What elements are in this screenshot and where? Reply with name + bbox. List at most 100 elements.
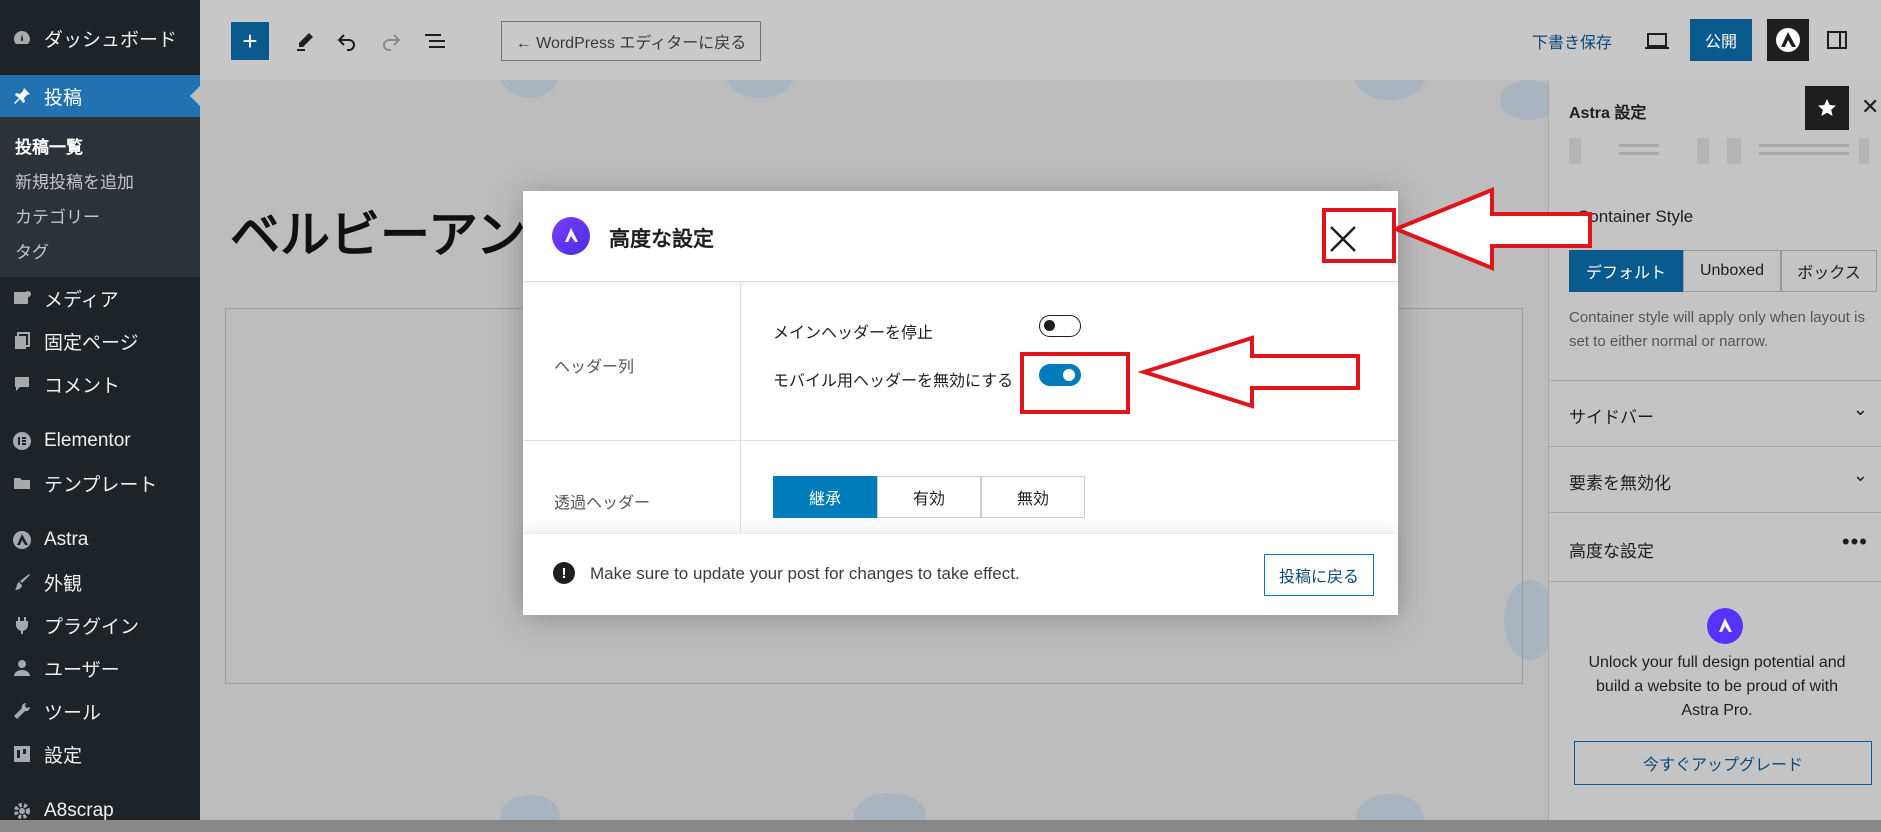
active-arrow (190, 86, 200, 106)
chevron-down-icon: ⌄ (1852, 465, 1868, 485)
upgrade-button[interactable]: 今すぐアップグレード (1574, 741, 1872, 785)
sidebar-item-tools[interactable]: ツール (0, 690, 200, 732)
tools-button[interactable] (288, 24, 322, 58)
sidebar-item-comments[interactable]: コメント (0, 363, 200, 405)
redo-button[interactable] (374, 24, 408, 58)
annotation-box-toggle (1020, 352, 1130, 414)
submenu-all-posts[interactable]: 投稿一覧 (15, 133, 83, 158)
editor-toolbar: + ← WordPress エディターに戻る 下書き保存 公開 (200, 0, 1881, 81)
settings-sidebar-toggle[interactable] (1819, 22, 1855, 58)
plus-icon: + (242, 25, 258, 56)
submenu-add-new[interactable]: 新規投稿を追加 (15, 168, 134, 193)
undo-button[interactable] (330, 24, 364, 58)
sidebar-item-media[interactable]: メディア (0, 277, 200, 319)
promo-text: Unlock your full design potential and bu… (1588, 654, 1846, 719)
sidebar-item-astra[interactable]: Astra (0, 519, 200, 561)
sidebar-item-templates[interactable]: テンプレート (0, 462, 200, 504)
column-divider (740, 281, 741, 533)
submenu-tags[interactable]: タグ (15, 238, 49, 263)
sidebar-item-users[interactable]: ユーザー (0, 647, 200, 689)
sidebar-item-settings[interactable]: 設定 (0, 733, 200, 775)
annotation-arrow-toggle (1138, 335, 1360, 409)
user-icon (12, 658, 32, 678)
section-label: 高度な設定 (1569, 542, 1654, 561)
annotation-box-close (1322, 208, 1396, 263)
undo-icon (337, 34, 355, 51)
close-panel-button[interactable]: ✕ (1861, 94, 1879, 120)
submenu-categories[interactable]: カテゴリー (15, 203, 100, 228)
sidebar-item-label: コメント (44, 375, 121, 397)
panel-title: Astra 設定 (1569, 105, 1647, 122)
sidebar-item-label: Elementor (44, 430, 131, 451)
modal-title: 高度な設定 (609, 228, 714, 251)
sidebar-item-posts[interactable]: 投稿 (0, 75, 200, 117)
add-block-button[interactable]: + (231, 22, 269, 60)
pin-icon (12, 86, 32, 106)
astra-icon (12, 530, 32, 550)
astra-icon (565, 228, 578, 242)
sidebar-section[interactable]: サイドバー ⌄ (1549, 381, 1881, 447)
sidebar-item-label: 外観 (44, 573, 83, 595)
more-options-icon[interactable]: ••• (1842, 529, 1868, 555)
sidebar-item-elementor[interactable]: Elementor (0, 420, 200, 462)
folder-icon (12, 473, 32, 493)
sidebar-item-appearance[interactable]: 外観 (0, 561, 200, 603)
comment-icon (12, 374, 32, 394)
sidebar-item-label: Astra (44, 529, 89, 550)
dashboard-icon (12, 28, 32, 48)
header-row-label: ヘッダー列 (554, 359, 635, 376)
save-draft-button[interactable]: 下書き保存 (1522, 24, 1622, 58)
update-notice: Make sure to update your post for change… (590, 564, 1020, 583)
sidebar-item-plugins[interactable]: プラグイン (0, 604, 200, 646)
sidebar-item-label: プラグイン (44, 616, 140, 638)
transparent-enable-option[interactable]: 有効 (877, 476, 981, 518)
transparent-header-label: 透過ヘッダー (554, 495, 651, 512)
document-overview-button[interactable] (418, 24, 452, 58)
transparent-disable-option[interactable]: 無効 (981, 476, 1085, 518)
sidebar-item-pages[interactable]: 固定ページ (0, 320, 200, 362)
chevron-down-icon: ⌄ (1852, 399, 1868, 419)
back-to-wordpress-editor-button[interactable]: ← WordPress エディターに戻る (501, 21, 761, 61)
container-style-label: Container Style (1577, 207, 1694, 226)
row-divider (523, 440, 1398, 441)
modal-header: 高度な設定 (523, 191, 1398, 282)
sidebar-item-label: 固定ページ (44, 332, 139, 354)
modal-footer: ! Make sure to update your post for chan… (523, 533, 1398, 615)
astra-settings-button[interactable] (1767, 19, 1809, 61)
container-boxed-option[interactable]: ボックス (1781, 250, 1877, 292)
sidebar-item-dashboard[interactable]: ダッシュボード (0, 17, 200, 59)
astra-logo (552, 217, 590, 255)
post-title[interactable]: ベルビーアン (230, 195, 526, 267)
advanced-settings-section[interactable]: 高度な設定 ••• (1549, 513, 1881, 582)
brush-icon (12, 572, 32, 592)
publish-button[interactable]: 公開 (1690, 19, 1752, 61)
gear-icon (12, 801, 32, 821)
astra-settings-panel: Astra 設定 ✕ Container Style デフォルト Unboxed… (1548, 80, 1881, 820)
container-unboxed-option[interactable]: Unboxed (1683, 250, 1781, 292)
admin-sidebar: ダッシュボード 投稿 投稿一覧 新規投稿を追加 カテゴリー タグ メディア 固定… (0, 0, 200, 821)
toggle-knob (1044, 320, 1055, 331)
close-icon: ✕ (1861, 94, 1880, 119)
pin-favorite-button[interactable] (1805, 86, 1849, 130)
plugin-icon (12, 615, 32, 635)
disable-elements-section[interactable]: 要素を無効化 ⌄ (1549, 447, 1881, 513)
layout-thumbnails (1569, 138, 1869, 164)
disable-main-header-toggle[interactable] (1039, 315, 1081, 337)
section-label: 要素を無効化 (1569, 474, 1671, 493)
sidebar-item-label: 設定 (44, 745, 83, 767)
disable-mobile-header-label: モバイル用ヘッダーを無効にする (773, 373, 1014, 390)
media-icon (12, 288, 32, 308)
container-help-text: Container style will apply only when lay… (1569, 309, 1865, 350)
transparent-inherit-option[interactable]: 継承 (773, 476, 877, 518)
sidebar-item-label: A8scrap (44, 800, 114, 821)
back-to-post-button[interactable]: 投稿に戻る (1264, 554, 1374, 596)
settings-icon (12, 744, 32, 764)
preview-button[interactable] (1640, 24, 1674, 58)
sidebar-item-a8scrap[interactable]: A8scrap (0, 790, 200, 832)
elementor-icon (12, 431, 32, 451)
panel-header: Astra 設定 ✕ (1549, 80, 1881, 138)
redo-icon (383, 34, 401, 51)
sidebar-item-label: テンプレート (44, 474, 158, 496)
list-view-icon (425, 34, 445, 48)
warning-icon: ! (553, 562, 575, 584)
